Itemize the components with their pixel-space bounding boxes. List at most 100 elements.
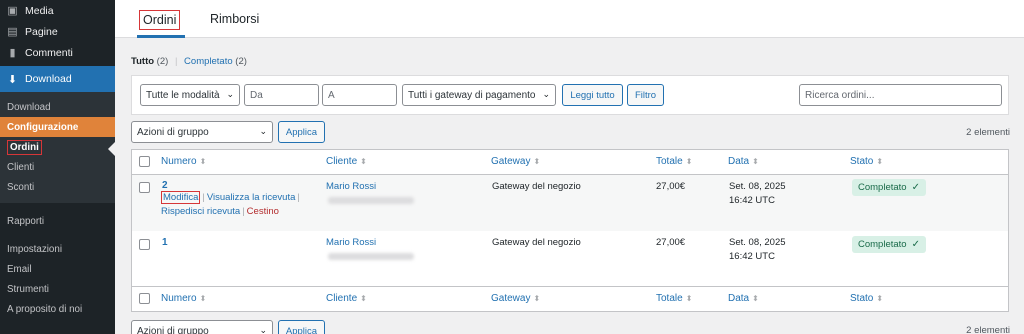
select-all-checkbox[interactable] <box>139 293 150 304</box>
row-actions: Modifica | Visualizza la ricevuta | Rispedis… <box>161 191 321 219</box>
order-number-link[interactable]: 1 <box>162 237 168 248</box>
menu-item-label: Download <box>25 73 72 85</box>
col-stato[interactable]: Stato ⬍ <box>850 293 883 304</box>
table-header: Numero ⬍ Cliente ⬍ Gateway ⬍ Totale ⬍ Data ⬍ … <box>132 150 1008 175</box>
col-label: Totale <box>656 156 683 167</box>
time-cell: 16:42 UTC <box>729 251 775 262</box>
checkmark-icon: ✓ <box>911 182 920 193</box>
blurred-email <box>328 253 414 260</box>
orders-table: Numero ⬍ Cliente ⬍ Gateway ⬍ Totale ⬍ Data ⬍ … <box>131 149 1009 312</box>
sort-icon: ⬍ <box>360 294 367 303</box>
menu-item-comments[interactable]: ▮ Commenti <box>0 42 115 63</box>
bulk-actions-select[interactable]: Azioni di gruppo ⌄ <box>131 320 273 334</box>
row-checkbox[interactable] <box>139 239 150 250</box>
order-number-link[interactable]: 2 <box>162 180 168 191</box>
col-cliente[interactable]: Cliente ⬍ <box>326 156 367 167</box>
read-all-button[interactable]: Leggi tutto <box>562 84 623 106</box>
resend-receipt-link[interactable]: Rispedisci ricevuta <box>161 206 240 217</box>
col-numero[interactable]: Numero ⬍ <box>161 156 206 167</box>
admin-sidebar: ▣ Media ▤ Pagine ▮ Commenti ⬇ Download D… <box>0 0 115 334</box>
view-all-link[interactable]: Tutto <box>131 56 154 67</box>
date-to-input[interactable]: A <box>322 84 397 106</box>
tab-rimborsi[interactable]: Rimborsi <box>210 12 259 26</box>
menu-item-label: Commenti <box>25 46 73 59</box>
bulk-actions-select[interactable]: Azioni di gruppo ⌄ <box>131 121 273 143</box>
gateway-select[interactable]: Tutti i gateway di pagamento ⌄ <box>402 84 556 106</box>
date-cell: Set. 08, 2025 <box>729 237 786 248</box>
col-cliente[interactable]: Cliente ⬍ <box>326 293 367 304</box>
apply-button[interactable]: Applica <box>278 121 325 143</box>
edit-link[interactable]: Modifica <box>161 191 201 204</box>
col-data[interactable]: Data ⬍ <box>728 293 759 304</box>
mode-select[interactable]: Tutte le modalità ⌄ <box>140 84 240 106</box>
main-content: Tutto (2) | Completato (2) Tutte le moda… <box>115 38 1024 334</box>
sort-icon: ⬍ <box>752 294 759 303</box>
col-totale[interactable]: Totale ⬍ <box>656 293 692 304</box>
items-count: 2 elementi <box>966 127 1010 138</box>
sort-icon: ⬍ <box>876 294 884 303</box>
submenu-item-download[interactable]: Download <box>0 97 115 117</box>
bulk-actions-value: Azioni di gruppo <box>137 126 209 138</box>
sort-icon: ⬍ <box>752 157 759 166</box>
col-data[interactable]: Data ⬍ <box>728 156 759 167</box>
status-badge: Completato ✓ <box>852 179 926 196</box>
submenu-item-ordini[interactable]: Ordini <box>0 137 115 157</box>
menu-item-pages[interactable]: ▤ Pagine <box>0 21 115 42</box>
col-gateway[interactable]: Gateway ⬍ <box>491 156 540 167</box>
col-label: Cliente <box>326 293 358 304</box>
select-all-checkbox[interactable] <box>139 156 150 167</box>
tab-ordini[interactable]: Ordini <box>139 10 181 30</box>
actions-separator: | <box>242 206 245 217</box>
table-row: 2 Modifica | Visualizza la ricevuta | Risped… <box>132 175 1008 231</box>
submenu-item-clienti[interactable]: Clienti <box>0 157 115 177</box>
col-label: Totale <box>656 293 683 304</box>
views-separator: | <box>174 56 178 67</box>
col-label: Data <box>728 156 750 167</box>
sort-icon: ⬍ <box>199 294 207 303</box>
menu-item-strumenti[interactable]: Strumenti <box>0 279 115 299</box>
row-checkbox[interactable] <box>139 182 150 193</box>
menu-item-a-proposito[interactable]: A proposito di noi <box>0 299 115 319</box>
col-label: Gateway <box>491 293 531 304</box>
search-orders-input[interactable]: Ricerca ordini... <box>799 84 1002 106</box>
menu-separator <box>0 231 115 239</box>
menu-item-label: Pagine <box>25 25 58 38</box>
submenu-item-sconti[interactable]: Sconti <box>0 177 115 197</box>
items-count: 2 elementi <box>966 325 1010 334</box>
gateway-select-value: Tutti i gateway di pagamento <box>408 89 536 101</box>
filter-button[interactable]: Filtro <box>627 84 664 106</box>
menu-separator <box>0 203 115 211</box>
view-receipt-link[interactable]: Visualizza la ricevuta <box>207 192 296 203</box>
date-from-input[interactable]: Da <box>244 84 319 106</box>
submenu-item-configurazione[interactable]: Configurazione <box>0 117 115 137</box>
col-stato[interactable]: Stato ⬍ <box>850 156 883 167</box>
download-icon: ⬇ <box>7 73 18 86</box>
view-completed-count: (2) <box>235 56 247 67</box>
menu-item-media[interactable]: ▣ Media <box>0 0 115 21</box>
col-gateway[interactable]: Gateway ⬍ <box>491 293 540 304</box>
media-icon: ▣ <box>7 5 18 17</box>
menu-item-impostazioni[interactable]: Impostazioni <box>0 239 115 259</box>
chevron-down-icon: ⌄ <box>226 89 234 99</box>
apply-button[interactable]: Applica <box>278 320 325 334</box>
status-label: Completato <box>858 182 907 193</box>
menu-item-download[interactable]: ⬇ Download <box>0 66 115 92</box>
sort-icon: ⬍ <box>533 157 541 166</box>
date-cell: Set. 08, 2025 <box>729 181 786 192</box>
sort-icon: ⬍ <box>876 157 884 166</box>
current-page-arrow <box>108 142 115 156</box>
view-all-count: (2) <box>156 56 169 67</box>
col-totale[interactable]: Totale ⬍ <box>656 156 692 167</box>
col-numero[interactable]: Numero ⬍ <box>161 293 206 304</box>
customer-link[interactable]: Mario Rossi <box>326 237 376 248</box>
sort-icon: ⬍ <box>360 157 367 166</box>
col-label: Stato <box>850 293 874 304</box>
menu-item-rapporti[interactable]: Rapporti <box>0 211 115 231</box>
submenu-item-label: Ordini <box>7 139 42 155</box>
customer-link[interactable]: Mario Rossi <box>326 181 376 192</box>
trash-link[interactable]: Cestino <box>247 206 279 217</box>
menu-item-email[interactable]: Email <box>0 259 115 279</box>
col-label: Gateway <box>491 156 531 167</box>
status-label: Completato <box>858 239 907 250</box>
view-completed-link[interactable]: Completato <box>184 56 233 67</box>
